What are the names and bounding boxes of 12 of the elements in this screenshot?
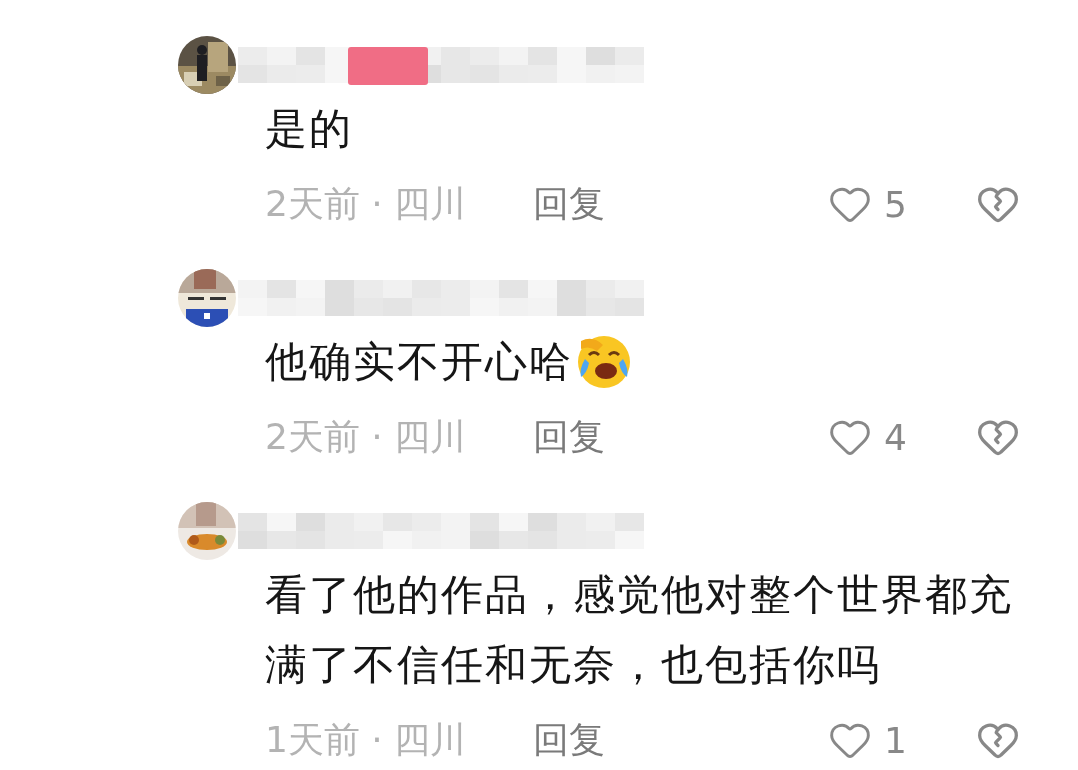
like-button[interactable]: 5: [828, 182, 928, 226]
like-button[interactable]: 4: [828, 415, 928, 459]
comment-text: 看了他的作品，感觉他对整个世界都充满了不信任和无奈，也包括你吗: [265, 569, 1014, 691]
comment-text: 他确实不开心哈: [265, 336, 573, 388]
comment-text: 是的: [265, 103, 353, 155]
reply-link[interactable]: 回复: [533, 715, 605, 765]
time-location: 2天前 · 四川: [265, 414, 468, 459]
reply-link[interactable]: 回复: [533, 412, 605, 462]
time-location: 2天前 · 四川: [265, 181, 468, 226]
time-location: 1天前 · 四川: [265, 717, 468, 762]
reply-link[interactable]: 回复: [533, 179, 605, 229]
like-button[interactable]: 1: [828, 718, 928, 762]
